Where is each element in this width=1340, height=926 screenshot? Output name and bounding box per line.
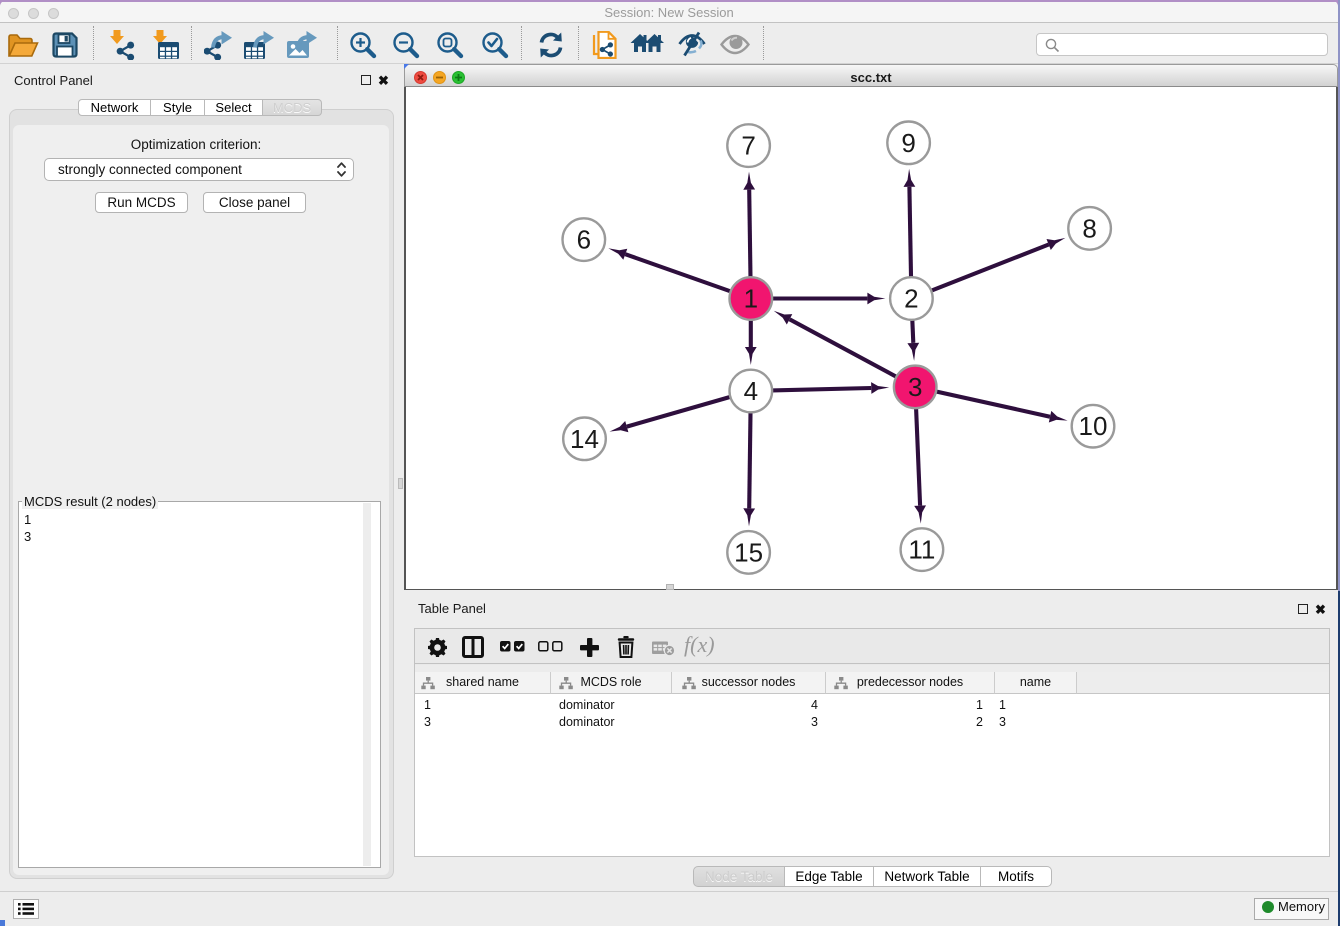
- svg-text:1: 1: [744, 284, 758, 314]
- svg-text:10: 10: [1079, 411, 1108, 441]
- svg-text:3: 3: [908, 372, 922, 402]
- svg-text:4: 4: [744, 376, 758, 406]
- svg-text:11: 11: [908, 535, 935, 565]
- svg-text:7: 7: [741, 131, 755, 161]
- svg-text:15: 15: [734, 537, 763, 567]
- svg-text:6: 6: [577, 225, 591, 255]
- svg-text:8: 8: [1082, 213, 1096, 243]
- svg-text:14: 14: [570, 424, 599, 454]
- svg-text:9: 9: [901, 128, 915, 158]
- svg-text:2: 2: [904, 284, 918, 314]
